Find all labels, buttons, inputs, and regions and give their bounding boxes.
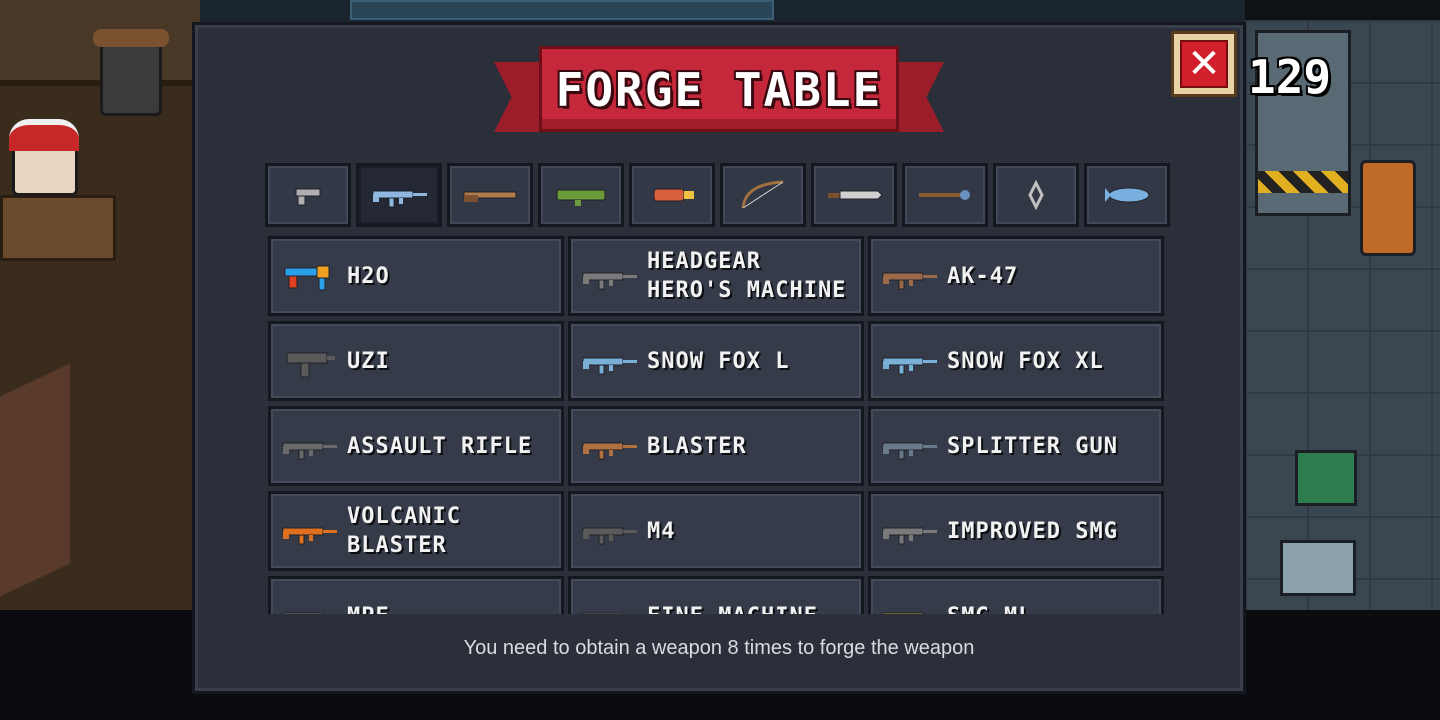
tab-bows[interactable] — [720, 163, 806, 227]
panel-title: FORGE TABLE — [555, 63, 883, 117]
weapon-card[interactable]: IMPROVED SMG — [868, 491, 1164, 571]
weapon-name: MPE — [347, 579, 553, 615]
weapon-name: IMPROVED SMG — [947, 518, 1118, 544]
staff-icon — [919, 190, 970, 200]
rifle-icon — [879, 255, 939, 299]
pistol-icon — [295, 188, 321, 206]
weapon-name: AK-47 — [947, 263, 1019, 289]
weapon-card[interactable]: HEADGEAR HERO'S MACHINE — [568, 236, 864, 316]
fish-icon — [1105, 187, 1150, 203]
weapon-name: UZI — [347, 348, 390, 374]
background-robot — [1360, 160, 1416, 256]
weapon-card[interactable]: H2O — [268, 236, 564, 316]
background-top-strip — [200, 0, 1245, 22]
background-crate — [1280, 540, 1356, 596]
weapon-card[interactable]: UZI — [268, 321, 564, 401]
weapon-card[interactable]: ASSAULT RIFLE — [268, 406, 564, 486]
water-gun-icon — [279, 255, 339, 299]
coin-counter: 129 — [1248, 50, 1332, 104]
weapon-list[interactable]: H2O HEADGEAR HERO'S MACHINE AK-47 UZI SNOW F… — [265, 234, 1175, 614]
weapon-card[interactable]: SPLITTER GUN — [868, 406, 1164, 486]
weapon-card[interactable]: BLASTER — [568, 406, 864, 486]
tab-misc[interactable] — [1084, 163, 1170, 227]
weapon-card[interactable]: FINE MACHINE — [568, 576, 864, 614]
rifle-icon — [579, 425, 639, 469]
rifle-icon — [879, 425, 939, 469]
weapon-name: BLASTER — [647, 433, 747, 459]
weapon-name: VOLCANIC BLASTER — [347, 504, 461, 558]
tab-shotguns[interactable] — [447, 163, 533, 227]
rifle-icon — [579, 340, 639, 384]
tab-special[interactable] — [629, 163, 715, 227]
rifle-icon — [279, 510, 339, 554]
tab-launchers[interactable] — [538, 163, 624, 227]
shotgun-icon — [463, 191, 517, 202]
close-button[interactable]: ✕ — [1171, 31, 1237, 97]
weapon-name: SPLITTER GUN — [947, 433, 1118, 459]
tab-rifles[interactable] — [356, 163, 442, 227]
shuriken-icon — [1028, 180, 1044, 210]
tab-pistols[interactable] — [265, 163, 351, 227]
hazard-stripe — [1258, 171, 1348, 193]
rifle-icon — [579, 510, 639, 554]
title-banner: FORGE TABLE — [494, 44, 944, 144]
weapon-name: M4 — [647, 518, 676, 544]
rocket-launcher-icon — [556, 189, 606, 206]
weapon-card[interactable]: SMG ML — [868, 576, 1164, 614]
rifle-icon — [372, 190, 427, 208]
background-counter — [0, 363, 70, 597]
weapon-category-tabs — [265, 163, 1175, 229]
rifle-icon — [879, 340, 939, 384]
rifle-icon — [879, 510, 939, 554]
rifle-icon — [279, 595, 339, 614]
weapon-name: H2O — [347, 263, 390, 289]
background-desk — [0, 195, 116, 261]
close-icon: ✕ — [1180, 40, 1228, 88]
weapon-name: HEADGEAR HERO'S MACHINE — [647, 249, 847, 303]
rifle-icon — [279, 425, 339, 469]
weapon-card[interactable]: MPE — [268, 576, 564, 614]
weapon-name: SMG ML — [947, 579, 1153, 615]
banner-body: FORGE TABLE — [539, 46, 899, 132]
weapon-name: FINE MACHINE — [647, 579, 853, 615]
background-chest — [1295, 450, 1357, 506]
npc-cowboy — [93, 29, 169, 116]
rifle-icon — [579, 255, 639, 299]
rifle-icon — [879, 595, 939, 614]
rifle-icon — [579, 595, 639, 614]
tab-throwables[interactable] — [993, 163, 1079, 227]
tab-melee[interactable] — [811, 163, 897, 227]
weapon-name: SNOW FOX XL — [947, 348, 1104, 374]
uzi-icon — [279, 340, 339, 384]
weapon-name: ASSAULT RIFLE — [347, 433, 533, 459]
weapon-card[interactable]: AK-47 — [868, 236, 1164, 316]
tab-staffs[interactable] — [902, 163, 988, 227]
background-lobby-right — [1245, 20, 1440, 610]
forge-hint: You need to obtain a weapon 8 times to f… — [463, 637, 975, 659]
blade-icon — [828, 190, 883, 200]
special-gun-icon — [653, 188, 694, 202]
weapon-card[interactable]: SNOW FOX XL — [868, 321, 1164, 401]
background-screen — [350, 0, 774, 20]
weapon-card[interactable]: M4 — [568, 491, 864, 571]
weapon-card[interactable]: SNOW FOX L — [568, 321, 864, 401]
bow-icon — [741, 180, 784, 209]
weapon-card[interactable]: VOLCANIC BLASTER — [268, 491, 564, 571]
weapon-name: SNOW FOX L — [647, 348, 790, 374]
npc-santa — [9, 119, 79, 196]
